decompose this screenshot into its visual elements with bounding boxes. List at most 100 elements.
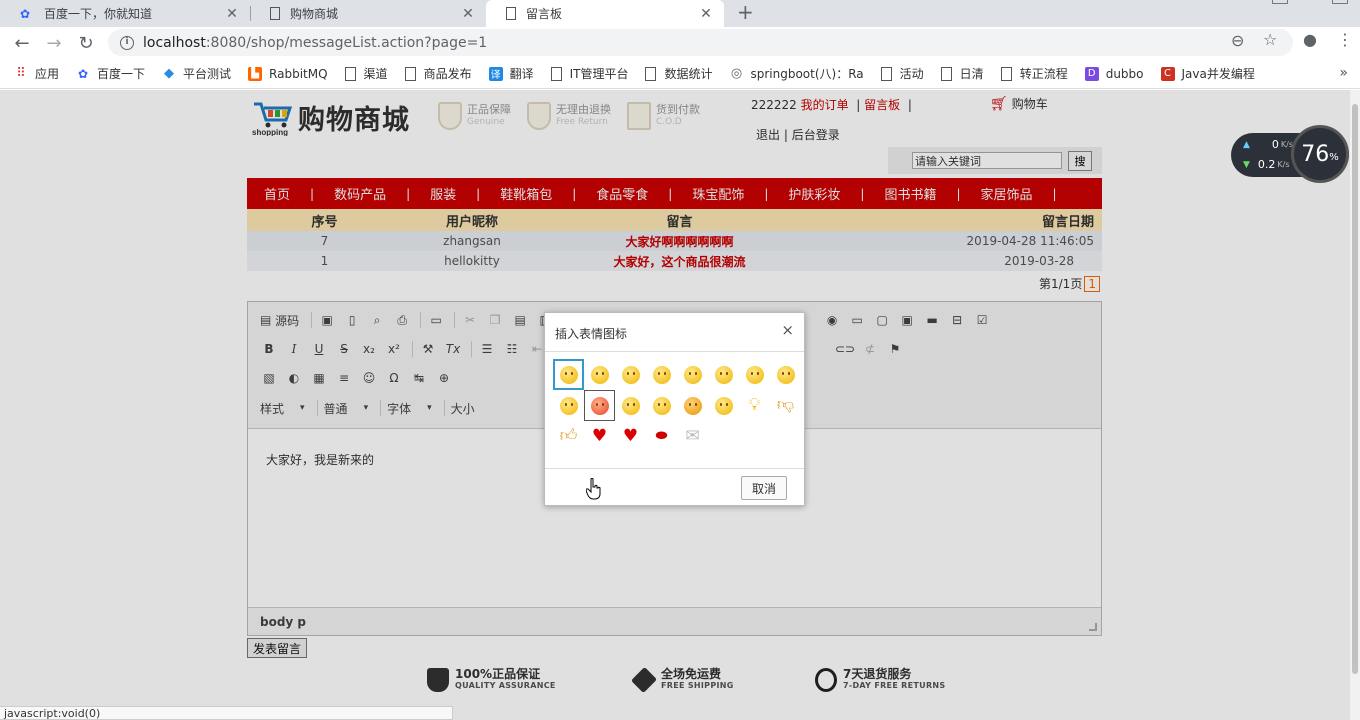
- page-number-current[interactable]: 1: [1084, 275, 1100, 292]
- preview-icon[interactable]: ⌕: [368, 311, 386, 329]
- button-icon[interactable]: ▬: [923, 311, 941, 329]
- bookmark-channel[interactable]: 渠道: [344, 65, 388, 82]
- embarrassed-smile-icon[interactable]: [739, 359, 770, 390]
- strike-icon[interactable]: S: [335, 340, 353, 358]
- new-page-icon[interactable]: ▯: [343, 311, 361, 329]
- copy-icon[interactable]: ❐: [486, 311, 504, 329]
- forward-arrow-icon[interactable]: →: [42, 31, 66, 55]
- flash-icon[interactable]: ◐: [285, 369, 303, 387]
- nav-item-home[interactable]: 首页: [264, 184, 290, 203]
- bookmark-translate[interactable]: 译翻译: [488, 65, 534, 82]
- search-input[interactable]: [912, 152, 1062, 169]
- bookmark-platform-test[interactable]: ◆ 平台测试: [162, 65, 231, 82]
- radio-icon[interactable]: ◉: [823, 311, 841, 329]
- close-tab-icon[interactable]: ✕: [460, 6, 476, 22]
- teeth-smile-icon[interactable]: [646, 359, 677, 390]
- my-orders-link[interactable]: 我的订单: [801, 98, 849, 112]
- image-icon[interactable]: ▧: [260, 369, 278, 387]
- memory-usage-gauge[interactable]: 76%: [1291, 125, 1349, 183]
- admin-login-link[interactable]: 后台登录: [792, 128, 840, 142]
- bookmark-product-publish[interactable]: 商品发布: [404, 65, 472, 82]
- browser-tab-messageboard[interactable]: 留言板 ✕: [486, 0, 724, 27]
- element-path[interactable]: body p: [260, 615, 306, 629]
- broken-heart-icon[interactable]: ♥: [615, 421, 646, 452]
- copy-format-icon[interactable]: ⚒: [419, 340, 437, 358]
- tongue-smile-icon[interactable]: [708, 359, 739, 390]
- wink-smile-icon[interactable]: [615, 359, 646, 390]
- submit-message-button[interactable]: 发表留言: [247, 638, 308, 658]
- link-icon[interactable]: ⊂⊃: [835, 340, 855, 358]
- nav-item-food[interactable]: 食品零食: [596, 184, 648, 203]
- bookmark-activity[interactable]: 活动: [880, 65, 924, 82]
- shades-smile-icon[interactable]: [646, 390, 677, 421]
- nav-item-digital[interactable]: 数码产品: [334, 184, 386, 203]
- browser-tab-baidu[interactable]: ✿ 百度一下，你就知道 ✕: [0, 0, 250, 27]
- page-break-icon[interactable]: ↹: [410, 369, 428, 387]
- back-arrow-icon[interactable]: ←: [10, 31, 34, 55]
- bold-icon[interactable]: B: [260, 340, 278, 358]
- numbered-list-icon[interactable]: ☰: [478, 340, 496, 358]
- underline-icon[interactable]: U: [310, 340, 328, 358]
- hiddenfield-icon[interactable]: ☑: [973, 311, 991, 329]
- page-scrollbar[interactable]: [1350, 90, 1360, 720]
- bookmark-java-concurrency[interactable]: C Java并发编程: [1160, 65, 1255, 82]
- cancel-button[interactable]: 取消: [740, 476, 787, 500]
- scrollbar-thumb[interactable]: [1352, 104, 1358, 674]
- message-board-link[interactable]: 留言板: [864, 98, 900, 112]
- cut-icon[interactable]: ✂: [461, 311, 479, 329]
- close-tab-icon[interactable]: ✕: [698, 6, 714, 22]
- bookmark-rabbitmq[interactable]: ▙ RabbitMQ: [248, 66, 328, 81]
- source-button[interactable]: ▤ 源码: [260, 311, 299, 329]
- unlink-icon[interactable]: ⊄: [861, 340, 879, 358]
- sad-smile-icon[interactable]: [584, 359, 615, 390]
- select-icon[interactable]: ▣: [898, 311, 916, 329]
- nav-item-home-decor[interactable]: 家居饰品: [981, 184, 1033, 203]
- bookmark-onboarding[interactable]: 转正流程: [1000, 65, 1068, 82]
- imagebutton-icon[interactable]: ⊟: [948, 311, 966, 329]
- thumbs-up-icon[interactable]: 👍︎: [553, 421, 584, 452]
- bookmark-daily[interactable]: 日清: [940, 65, 984, 82]
- confused-smile-icon[interactable]: [677, 359, 708, 390]
- paste-icon[interactable]: ▤: [511, 311, 529, 329]
- bookmark-it-platform[interactable]: IT管理平台: [550, 65, 628, 82]
- smiley-icon[interactable]: ☺: [360, 369, 378, 387]
- textarea-icon[interactable]: ▢: [873, 311, 891, 329]
- angel-smile-icon[interactable]: [615, 390, 646, 421]
- site-info-icon[interactable]: i: [120, 35, 134, 50]
- maximize-icon[interactable]: [1332, 0, 1348, 4]
- iframe-globe-icon[interactable]: ⊕: [435, 369, 453, 387]
- new-tab-button[interactable]: +: [737, 0, 754, 24]
- logout-link[interactable]: 退出: [756, 128, 780, 142]
- font-combo[interactable]: 字体 ▾: [387, 398, 432, 418]
- browser-menu-icon[interactable]: ⋮: [1337, 30, 1353, 49]
- bookmark-baidu[interactable]: ✿ 百度一下: [76, 65, 145, 82]
- thumbs-down-icon[interactable]: 👎︎: [770, 390, 801, 421]
- profile-avatar-icon[interactable]: ●: [1303, 30, 1317, 49]
- superscript-icon[interactable]: x²: [385, 340, 403, 358]
- bookmark-springboot[interactable]: ◎ springboot(八)：Ra: [729, 65, 864, 82]
- nav-item-jewelry[interactable]: 珠宝配饰: [692, 184, 744, 203]
- address-bar[interactable]: i localhost:8080/shop/messageList.action…: [108, 29, 1293, 56]
- cart-link[interactable]: 🛒︎ 购物车: [990, 95, 1048, 112]
- bookmark-apps[interactable]: ⠿ 应用: [14, 65, 59, 82]
- whatchutalkingabout-smile-icon[interactable]: [553, 390, 584, 421]
- bookmark-data-stats[interactable]: 数据统计: [645, 65, 712, 82]
- nav-item-clothing[interactable]: 服装: [430, 184, 456, 203]
- style-combo[interactable]: 样式 ▾: [260, 398, 305, 418]
- kiss-icon[interactable]: ⬬: [646, 421, 677, 452]
- italic-icon[interactable]: I: [285, 340, 303, 358]
- angry-smile-icon[interactable]: [584, 390, 615, 421]
- nav-item-shoes-bags[interactable]: 鞋靴箱包: [500, 184, 552, 203]
- table-icon[interactable]: ▦: [310, 369, 328, 387]
- lightbulb-icon[interactable]: 💡︎: [739, 390, 770, 421]
- resize-handle-icon[interactable]: [1089, 623, 1097, 631]
- minimize-icon[interactable]: [1272, 0, 1288, 4]
- star-bookmark-icon[interactable]: ☆: [1263, 30, 1277, 49]
- browser-tab-shop[interactable]: 购物商城 ✕: [250, 0, 486, 27]
- format-combo[interactable]: 普通 ▾: [324, 398, 369, 418]
- omg-smile-icon[interactable]: [770, 359, 801, 390]
- reload-icon[interactable]: ↻: [74, 31, 98, 55]
- search-button[interactable]: 搜: [1068, 150, 1092, 171]
- print-icon[interactable]: ⎙: [393, 311, 411, 329]
- special-char-icon[interactable]: Ω: [385, 369, 403, 387]
